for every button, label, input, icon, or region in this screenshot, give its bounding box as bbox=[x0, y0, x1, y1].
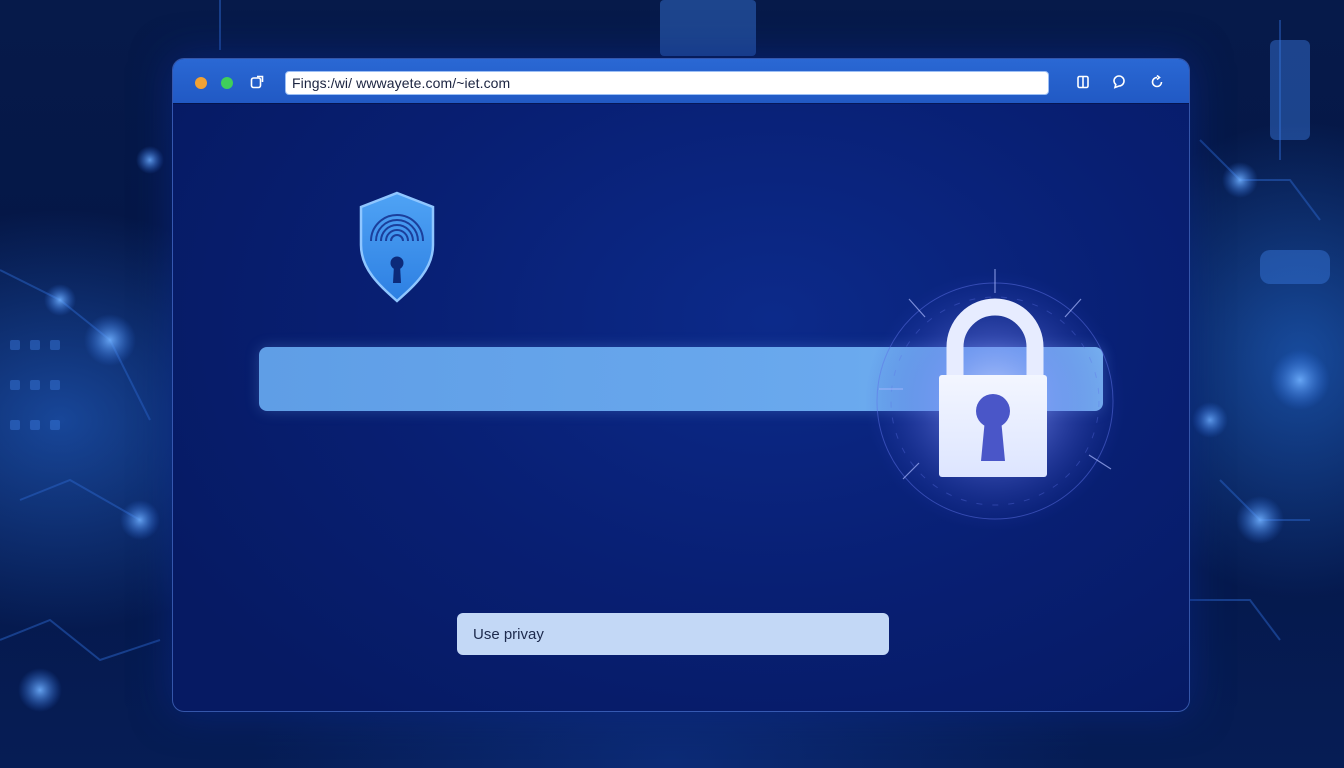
shield-fingerprint-lock-icon bbox=[357, 191, 437, 308]
chat-icon[interactable] bbox=[1109, 72, 1129, 92]
window-minimize-button[interactable] bbox=[195, 77, 207, 89]
browser-titlebar: Fings:/wi/ wwwayete.com/~iet.com bbox=[173, 59, 1189, 103]
padlock-icon bbox=[849, 259, 1129, 531]
browser-window: Fings:/wi/ wwwayete.com/~iet.com Use pri… bbox=[172, 58, 1190, 712]
sidebar-icon[interactable] bbox=[1073, 72, 1093, 92]
new-tab-icon[interactable] bbox=[247, 72, 267, 92]
use-privacy-button[interactable]: Use privay bbox=[457, 613, 889, 655]
url-text: Fings:/wi/ wwwayete.com/~iet.com bbox=[292, 75, 511, 91]
refresh-icon[interactable] bbox=[1147, 72, 1167, 92]
url-bar[interactable]: Fings:/wi/ wwwayete.com/~iet.com bbox=[285, 71, 1049, 95]
window-maximize-button[interactable] bbox=[221, 77, 233, 89]
